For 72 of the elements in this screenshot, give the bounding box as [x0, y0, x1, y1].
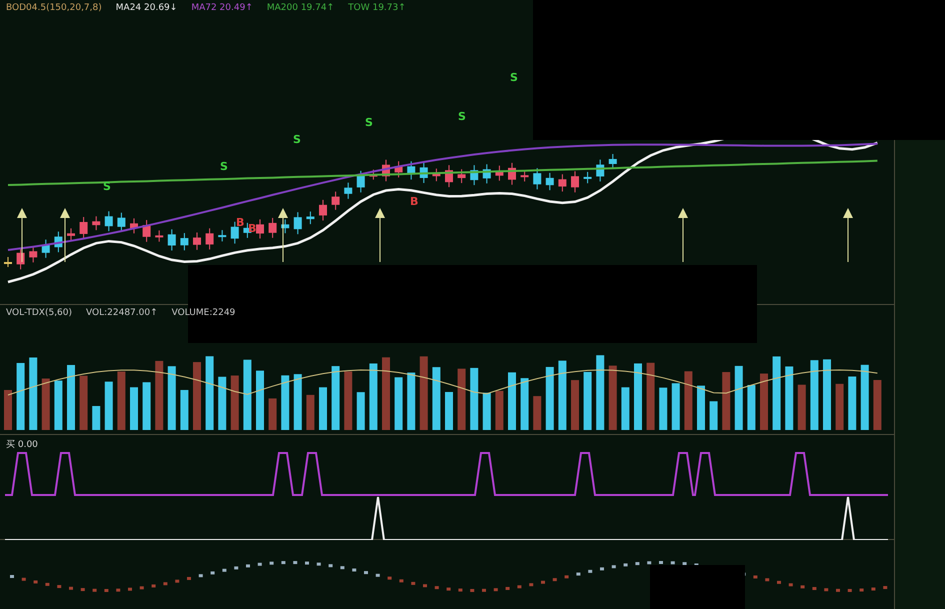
candlestick [29, 246, 38, 263]
candlestick [117, 212, 126, 232]
arrow-icon [375, 208, 385, 262]
signal-marker: S [510, 71, 518, 84]
indicator-label: 买 0.00 [6, 439, 38, 451]
candlestick [67, 228, 75, 242]
candlestick [42, 239, 50, 258]
candlestick [382, 159, 390, 182]
candlestick [520, 170, 529, 182]
candlestick [394, 160, 403, 178]
arrow-icon [17, 208, 27, 262]
candlestick [80, 216, 88, 240]
candlestick [4, 256, 12, 268]
candlestick [104, 210, 113, 232]
candlestick [470, 164, 478, 186]
candlestick [432, 168, 440, 182]
arrow-icon [278, 208, 288, 262]
candlestick [218, 230, 226, 242]
signal-marker: S [220, 160, 228, 173]
candlestick [495, 165, 504, 182]
candlestick [596, 159, 604, 182]
candlestick [256, 218, 264, 240]
arrow-icon [843, 208, 853, 262]
indicator-label: VOL:22487.00↑ [86, 308, 158, 318]
candlestick [369, 169, 378, 180]
candlestick [306, 211, 314, 225]
indicator-label: VOLUME:2249 [172, 308, 236, 318]
arrow-icon [678, 208, 688, 262]
candlestick [92, 216, 100, 231]
signal-marker: S [293, 133, 301, 146]
candlestick [584, 171, 592, 184]
candlestick [608, 153, 617, 170]
indicator-label: VOL-TDX(5,60) [6, 308, 72, 318]
indicator-label: MA24 20.69↓ [116, 3, 178, 13]
signal-marker: S [365, 116, 373, 129]
candlestick [16, 247, 25, 270]
candlestick [571, 170, 579, 193]
candlestick [268, 217, 277, 238]
candlestick [193, 232, 201, 250]
candlestick [206, 228, 214, 250]
signal-marker: B [248, 222, 256, 235]
candlestick [356, 170, 365, 193]
candlestick [294, 212, 302, 235]
indicator-label: MA72 20.49↑ [191, 3, 253, 13]
indicator-label: MA200 19.74↑ [266, 3, 334, 13]
signal-marker: S [103, 180, 111, 193]
candlestick [482, 164, 491, 184]
indicator-label: BOD04.5(150,20,7,8) [6, 3, 102, 13]
candlestick [332, 191, 340, 210]
candlestick [445, 164, 453, 188]
candlestick [344, 182, 352, 200]
candlestick [130, 218, 138, 234]
candlestick [142, 220, 151, 242]
signal-marker: S [458, 110, 466, 123]
candlestick [54, 231, 62, 253]
candlestick [407, 160, 416, 180]
arrow-icon [60, 208, 70, 262]
candlestick [281, 218, 290, 234]
candlestick [508, 162, 516, 186]
candlestick [180, 232, 188, 251]
candlestick [155, 230, 164, 242]
signal-marker: B [410, 195, 418, 208]
candlestick [546, 172, 554, 191]
signal-marker: B [236, 216, 244, 229]
candlestick [420, 162, 428, 184]
candlestick [533, 168, 542, 190]
candlestick [230, 221, 239, 244]
candlestick [558, 174, 566, 192]
candlestick [319, 199, 327, 221]
candlestick [168, 228, 176, 251]
indicator-label: TOW 19.73↑ [348, 3, 406, 13]
candlestick [458, 168, 466, 184]
